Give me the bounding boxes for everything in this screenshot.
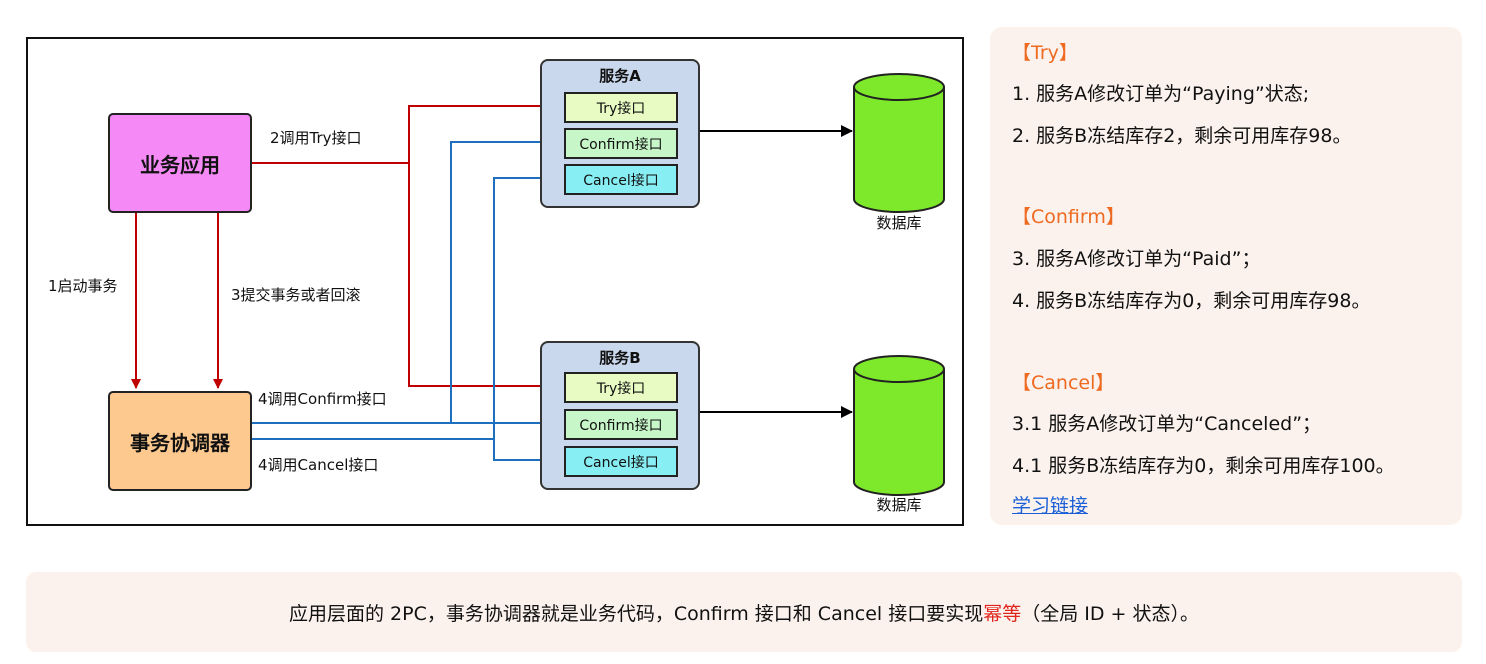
service-b-confirm-interface: Confirm接口 bbox=[564, 409, 678, 440]
tcc-notes-panel: 【Try】 1. 服务A修改订单为“Paying”状态; 2. 服务B冻结库存2… bbox=[990, 27, 1462, 525]
study-link[interactable]: 学习链接 bbox=[1012, 491, 1088, 518]
try-heading: 【Try】 bbox=[1012, 42, 1078, 64]
summary-footer: 应用层面的 2PC，事务协调器就是业务代码，Confirm 接口和 Cancel… bbox=[26, 572, 1462, 652]
service-a-confirm-interface: Confirm接口 bbox=[564, 128, 678, 159]
service-a-cancel-interface: Cancel接口 bbox=[564, 164, 678, 195]
database-icon-a bbox=[853, 73, 945, 213]
cancel-step-2: 4.1 服务B冻结库存为0，剩余可用库存100。 bbox=[1012, 455, 1395, 477]
call-confirm-label: 4调用Confirm接口 bbox=[258, 390, 387, 408]
cancel-heading: 【Cancel】 bbox=[1012, 372, 1115, 394]
start-tx-label: 1启动事务 bbox=[48, 277, 118, 295]
commit-or-rollback-label: 3提交事务或者回滚 bbox=[231, 286, 361, 304]
database-label-a: 数据库 bbox=[876, 214, 922, 232]
service-b-try-interface: Try接口 bbox=[564, 372, 678, 403]
call-cancel-label: 4调用Cancel接口 bbox=[258, 456, 379, 474]
service-a-try-interface: Try接口 bbox=[564, 92, 678, 123]
footer-highlight: 幂等 bbox=[983, 602, 1022, 625]
database-icon-b bbox=[853, 355, 945, 496]
confirm-heading: 【Confirm】 bbox=[1012, 206, 1125, 228]
service-b-cancel-interface: Cancel接口 bbox=[564, 446, 678, 477]
confirm-arrow-a bbox=[252, 137, 561, 424]
footer-text-prefix: 应用层面的 2PC，事务协调器就是业务代码，Confirm 接口和 Cancel… bbox=[288, 602, 984, 625]
service-a-title: 服务A bbox=[599, 67, 641, 85]
confirm-step-1: 3. 服务A修改订单为“Paid”； bbox=[1012, 248, 1261, 270]
call-try-label: 2调用Try接口 bbox=[270, 129, 362, 147]
try-arrow-b bbox=[408, 163, 561, 391]
tcc-diagram: 业务应用 事务协调器 服务A Try接口 Confirm接口 Cancel接口 … bbox=[26, 37, 964, 526]
try-step-2: 2. 服务B冻结库存2，剩余可用库存98。 bbox=[1012, 125, 1352, 147]
database-label-b: 数据库 bbox=[876, 496, 922, 514]
service-b-panel: 服务B Try接口 Confirm接口 Cancel接口 bbox=[540, 341, 700, 490]
business-app-box: 业务应用 bbox=[108, 113, 252, 213]
service-a-panel: 服务A Try接口 Confirm接口 Cancel接口 bbox=[540, 59, 700, 208]
footer-text-suffix: （全局 ID + 状态）。 bbox=[1021, 602, 1200, 625]
cancel-step-1: 3.1 服务A修改订单为“Canceled”； bbox=[1012, 413, 1322, 435]
confirm-step-2: 4. 服务B冻结库存为0，剩余可用库存98。 bbox=[1012, 290, 1371, 312]
service-b-title: 服务B bbox=[599, 349, 641, 367]
tx-coordinator-box: 事务协调器 bbox=[108, 391, 252, 491]
try-step-1: 1. 服务A修改订单为“Paying”状态; bbox=[1012, 83, 1310, 105]
